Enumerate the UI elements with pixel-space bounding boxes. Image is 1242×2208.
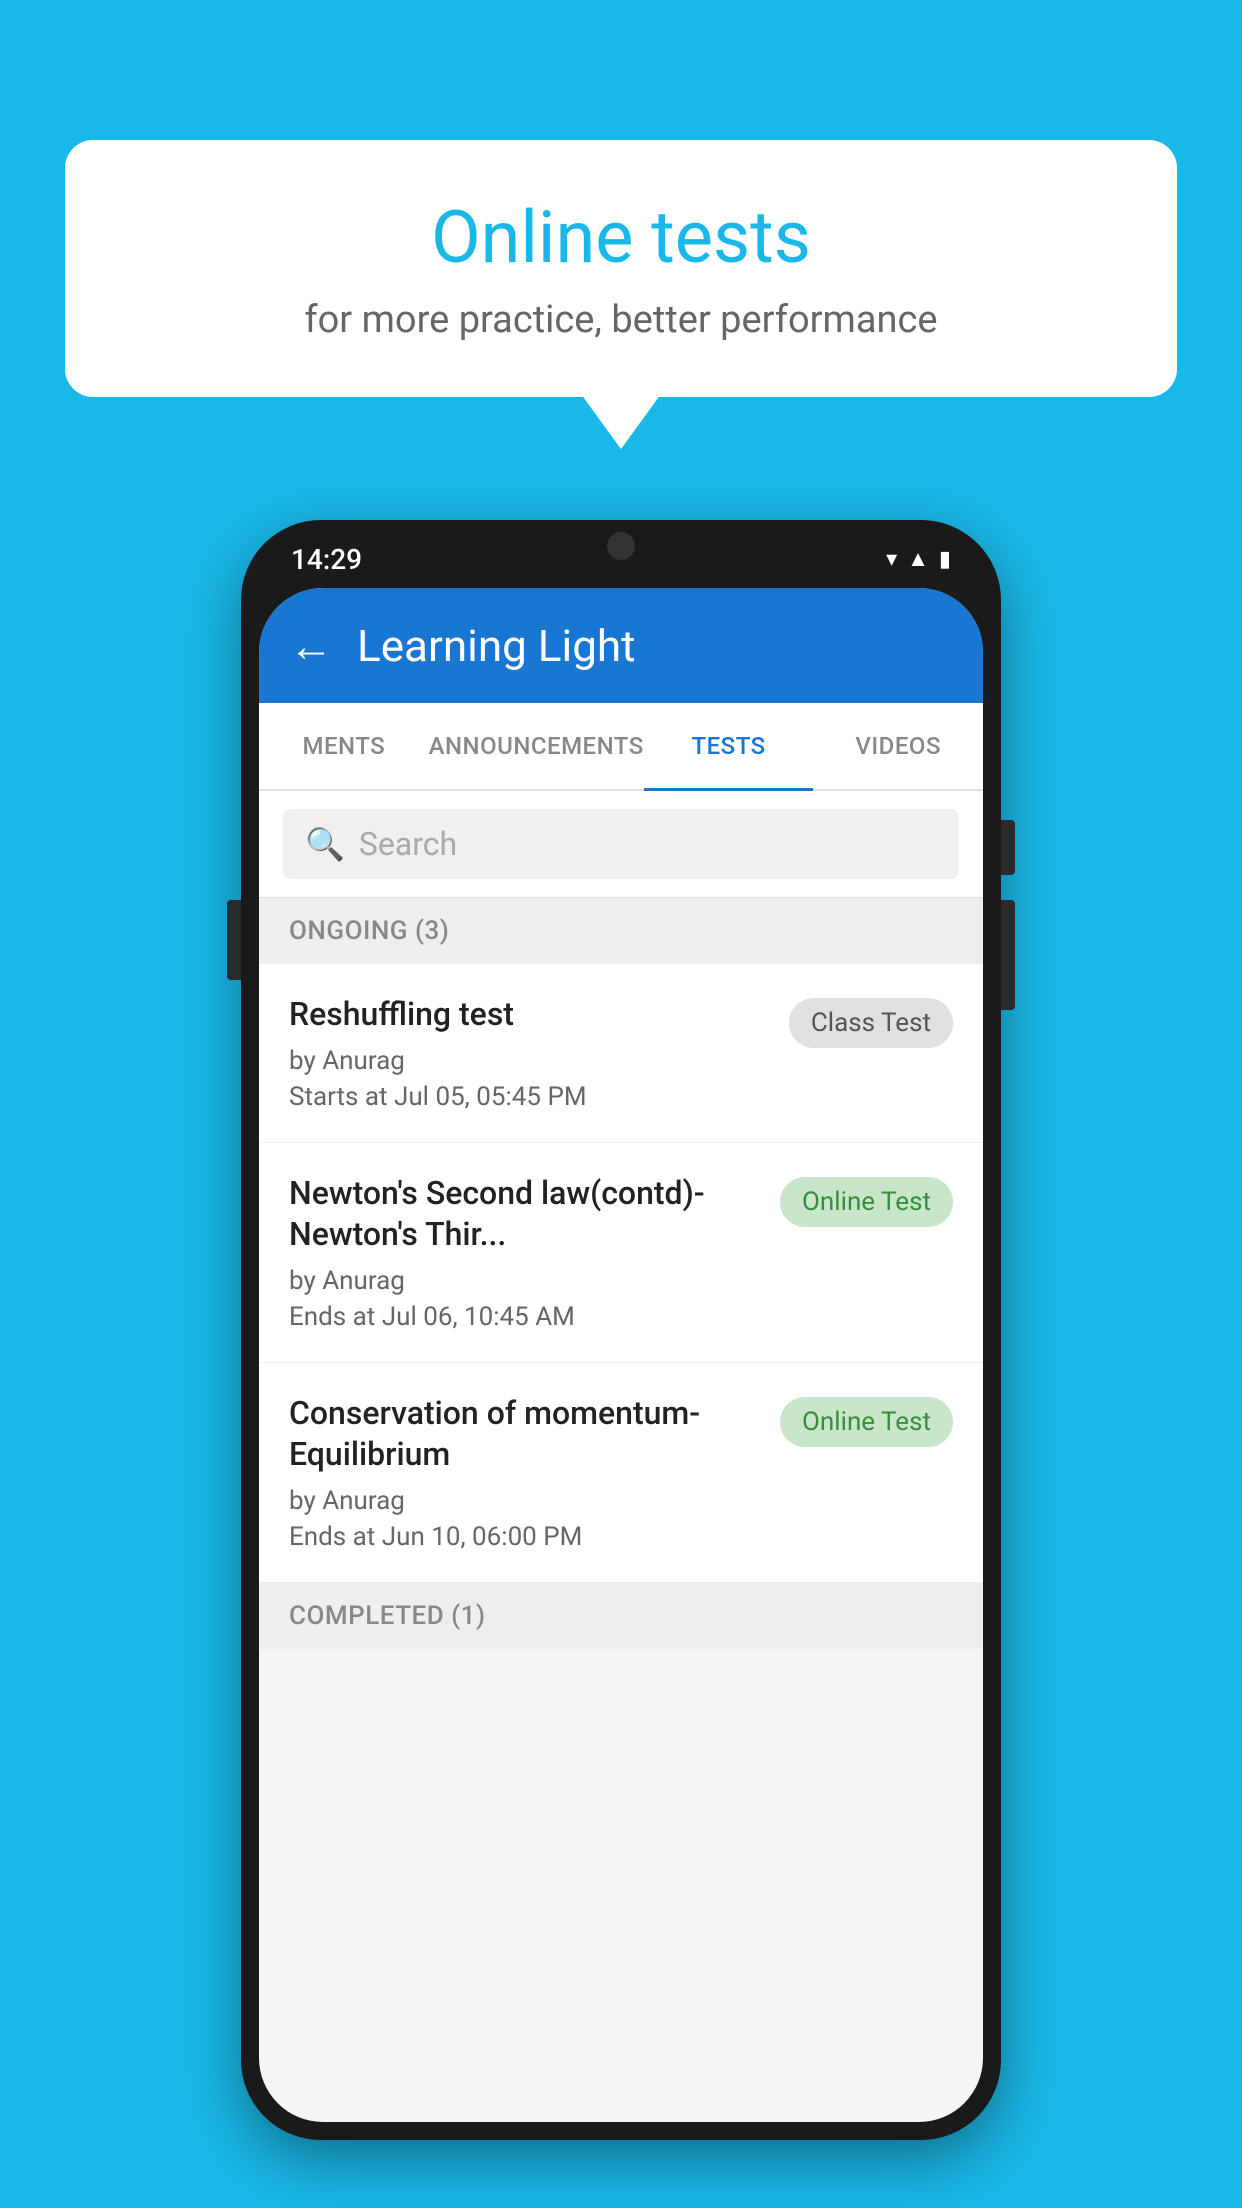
tab-announcements[interactable]: ANNOUNCEMENTS [429, 703, 644, 789]
test-badge-3: Online Test [780, 1397, 953, 1447]
test-date-2: Ends at Jul 06, 10:45 AM [289, 1302, 760, 1332]
test-author-2: by Anurag [289, 1266, 760, 1296]
test-list: Reshuffling test by Anurag Starts at Jul… [259, 964, 983, 1583]
speech-bubble: Online tests for more practice, better p… [65, 140, 1177, 397]
test-info-1: Reshuffling test by Anurag Starts at Jul… [289, 994, 789, 1112]
test-badge-1: Class Test [789, 998, 953, 1048]
completed-section-header: COMPLETED (1) [259, 1583, 983, 1649]
test-date-3: Ends at Jun 10, 06:00 PM [289, 1522, 760, 1552]
camera-icon [607, 532, 635, 560]
tab-ments[interactable]: MENTS [259, 703, 429, 789]
phone-container: 14:29 ▾ ▲ ▮ ← Learning Light MENTS [241, 520, 1001, 2140]
power-button [1001, 820, 1015, 875]
test-item-reshuffling[interactable]: Reshuffling test by Anurag Starts at Jul… [259, 964, 983, 1143]
search-placeholder: Search [359, 825, 457, 863]
volume-button [227, 900, 241, 980]
test-author-3: by Anurag [289, 1486, 760, 1516]
phone-frame: 14:29 ▾ ▲ ▮ ← Learning Light MENTS [241, 520, 1001, 2140]
search-input-wrap[interactable]: 🔍 Search [283, 809, 959, 879]
test-date-1: Starts at Jul 05, 05:45 PM [289, 1082, 769, 1112]
tab-videos[interactable]: VIDEOS [813, 703, 983, 789]
volume-down-button [1001, 900, 1015, 1010]
search-container: 🔍 Search [259, 791, 983, 898]
test-name-1: Reshuffling test [289, 994, 769, 1036]
status-icons: ▾ ▲ ▮ [886, 546, 951, 572]
test-item-newton[interactable]: Newton's Second law(contd)-Newton's Thir… [259, 1143, 983, 1363]
tab-tests[interactable]: TESTS [644, 703, 814, 789]
speech-bubble-subtitle: for more practice, better performance [125, 298, 1117, 342]
phone-notch [521, 520, 721, 570]
tabs-bar: MENTS ANNOUNCEMENTS TESTS VIDEOS [259, 703, 983, 791]
phone-screen: ← Learning Light MENTS ANNOUNCEMENTS TES… [259, 588, 983, 2122]
test-item-conservation[interactable]: Conservation of momentum-Equilibrium by … [259, 1363, 983, 1583]
speech-bubble-title: Online tests [125, 195, 1117, 280]
test-name-2: Newton's Second law(contd)-Newton's Thir… [289, 1173, 760, 1256]
speech-bubble-container: Online tests for more practice, better p… [65, 140, 1177, 397]
app-title: Learning Light [357, 620, 636, 672]
wifi-icon: ▾ [886, 547, 897, 572]
signal-icon: ▲ [907, 546, 929, 572]
test-author-1: by Anurag [289, 1046, 769, 1076]
test-info-3: Conservation of momentum-Equilibrium by … [289, 1393, 780, 1552]
test-badge-2: Online Test [780, 1177, 953, 1227]
app-header: ← Learning Light [259, 588, 983, 703]
test-name-3: Conservation of momentum-Equilibrium [289, 1393, 760, 1476]
status-time: 14:29 [291, 543, 362, 576]
test-info-2: Newton's Second law(contd)-Newton's Thir… [289, 1173, 780, 1332]
battery-icon: ▮ [939, 547, 951, 572]
back-button[interactable]: ← [289, 620, 333, 672]
search-icon: 🔍 [305, 825, 345, 863]
ongoing-section-header: ONGOING (3) [259, 898, 983, 964]
